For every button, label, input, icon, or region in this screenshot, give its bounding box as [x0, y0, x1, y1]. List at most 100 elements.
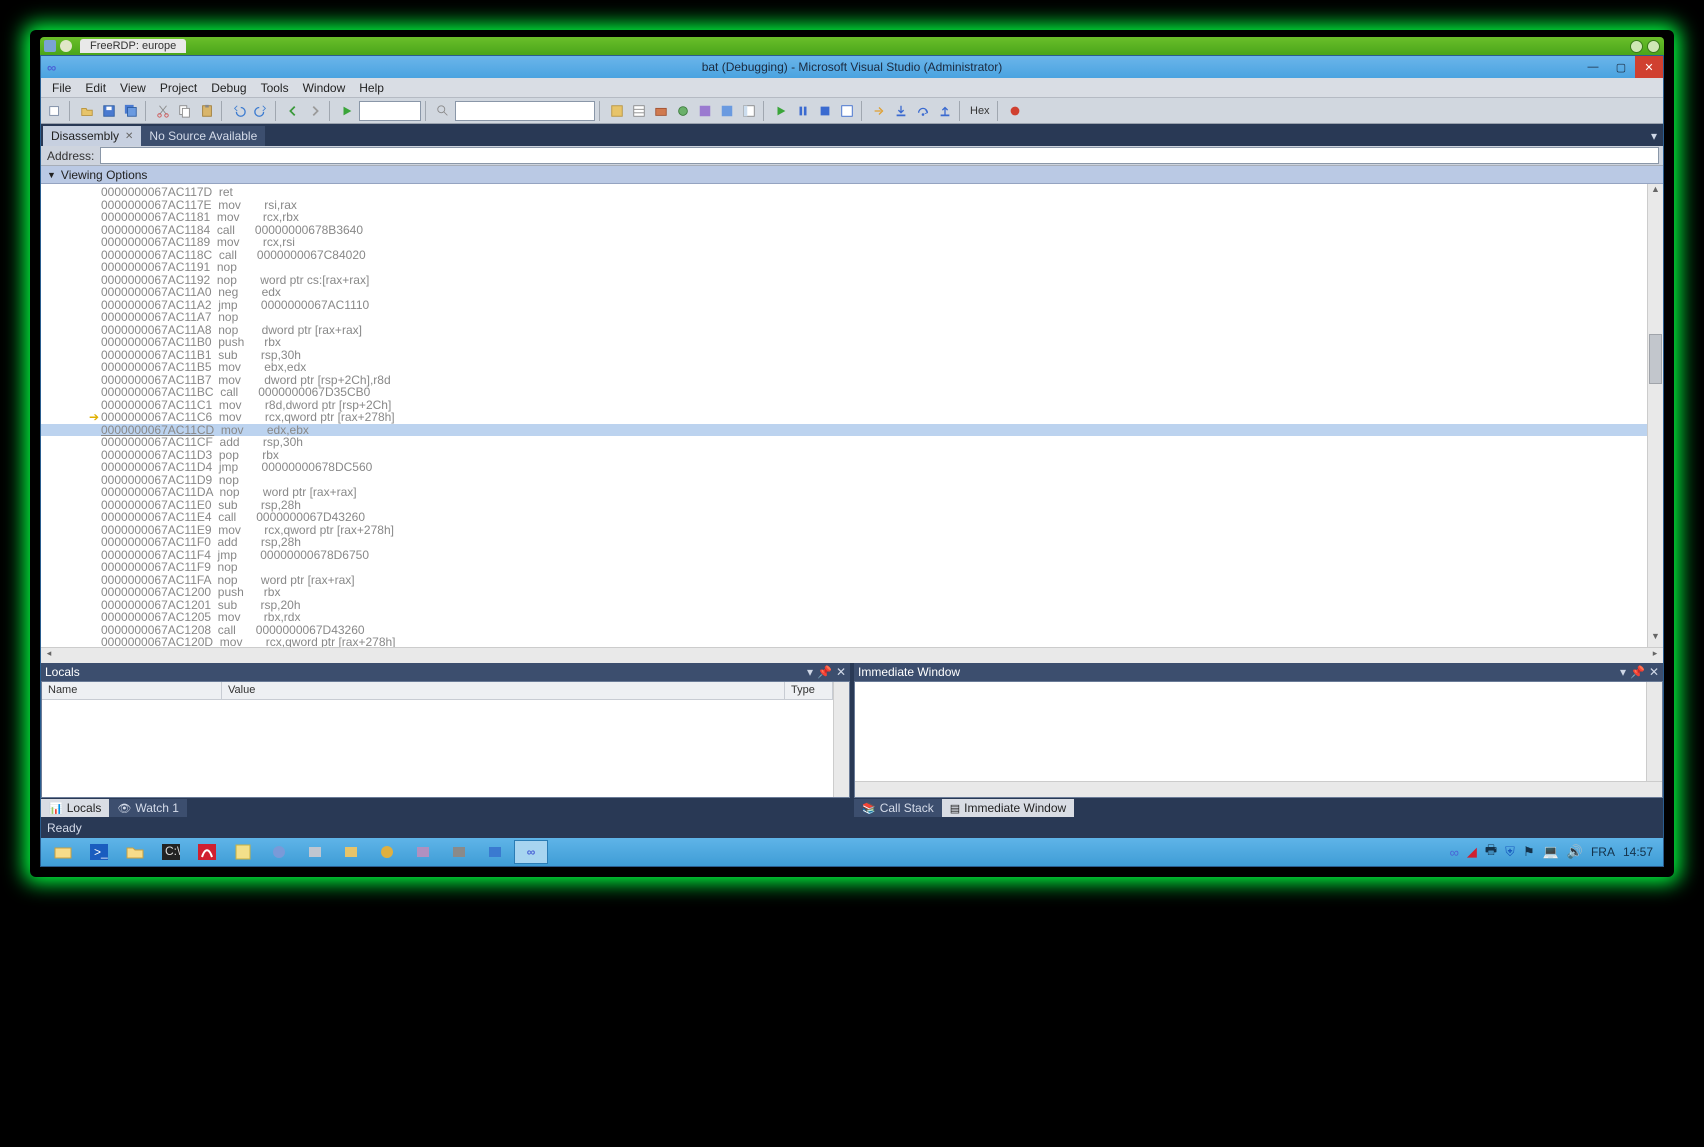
disasm-line[interactable]: 0000000067AC11D4 jmp 00000000678DC560: [41, 461, 1647, 474]
stop-icon[interactable]: [815, 101, 835, 121]
scroll-right-icon[interactable]: ▸: [1647, 648, 1663, 663]
col-value[interactable]: Value: [222, 682, 785, 699]
restart-icon[interactable]: [837, 101, 857, 121]
scroll-left-icon[interactable]: ◂: [41, 648, 57, 663]
disasm-line[interactable]: 0000000067AC1189 mov rcx,rsi: [41, 236, 1647, 249]
tray-network-icon[interactable]: 💻: [1543, 844, 1559, 860]
task-notes-icon[interactable]: [226, 840, 260, 864]
show-next-stmt-icon[interactable]: [869, 101, 889, 121]
col-type[interactable]: Type: [785, 682, 833, 699]
disasm-line[interactable]: 0000000067AC117D ret: [41, 186, 1647, 199]
cut-icon[interactable]: [153, 101, 173, 121]
step-into-icon[interactable]: [891, 101, 911, 121]
disasm-line[interactable]: 0000000067AC120D mov rcx,qword ptr [rax+…: [41, 636, 1647, 647]
disasm-line[interactable]: 0000000067AC11DA nop word ptr [rax+rax]: [41, 486, 1647, 499]
disasm-line[interactable]: 0000000067AC11FA nop word ptr [rax+rax]: [41, 574, 1647, 587]
task-vs-icon[interactable]: ∞: [514, 840, 548, 864]
panel-pin-icon[interactable]: 📌: [817, 665, 832, 679]
task-app7-icon[interactable]: [478, 840, 512, 864]
save-icon[interactable]: [99, 101, 119, 121]
disasm-line[interactable]: 0000000067AC118C call 0000000067C84020: [41, 249, 1647, 262]
disasm-line[interactable]: 0000000067AC1191 nop: [41, 261, 1647, 274]
tray-flag-icon[interactable]: ⚑: [1523, 844, 1535, 860]
panel-dropdown-icon[interactable]: ▾: [1620, 665, 1626, 679]
menu-project[interactable]: Project: [153, 79, 204, 97]
continue-icon[interactable]: [771, 101, 791, 121]
window-layout-icon[interactable]: [739, 101, 759, 121]
object-browser-icon[interactable]: [673, 101, 693, 121]
properties-icon[interactable]: [629, 101, 649, 121]
solution-explorer-icon[interactable]: [607, 101, 627, 121]
task-powershell-icon[interactable]: >_: [82, 840, 116, 864]
menu-window[interactable]: Window: [296, 79, 353, 97]
host-tab[interactable]: FreeRDP: europe: [80, 39, 186, 53]
host-minimize[interactable]: [1630, 40, 1643, 53]
task-app5-icon[interactable]: [406, 840, 440, 864]
col-name[interactable]: Name: [42, 682, 222, 699]
tab-disassembly[interactable]: Disassembly✕: [43, 126, 141, 146]
tray-vs-icon[interactable]: ∞: [1450, 845, 1459, 860]
task-cmd-icon[interactable]: C:\: [154, 840, 188, 864]
disasm-line[interactable]: 0000000067AC11A7 nop: [41, 311, 1647, 324]
immediate-hscroll[interactable]: [855, 781, 1662, 797]
find-icon[interactable]: [433, 101, 453, 121]
redo-icon[interactable]: [251, 101, 271, 121]
vertical-scrollbar[interactable]: ▲ ▼: [1647, 184, 1663, 647]
disasm-line[interactable]: 0000000067AC11A8 nop dword ptr [rax+rax]: [41, 324, 1647, 337]
disasm-line[interactable]: 0000000067AC1200 push rbx: [41, 586, 1647, 599]
tab-no-source[interactable]: No Source Available: [141, 126, 265, 146]
tabs-overflow-icon[interactable]: ▾: [1645, 126, 1663, 146]
step-over-icon[interactable]: [913, 101, 933, 121]
horizontal-scrollbar[interactable]: ◂ ▸: [41, 647, 1663, 663]
scrollbar-thumb[interactable]: [1649, 334, 1662, 384]
tab-locals[interactable]: 📊 Locals: [41, 799, 109, 817]
pause-icon[interactable]: [793, 101, 813, 121]
disasm-line[interactable]: ➔0000000067AC11C6 mov rcx,qword ptr [rax…: [41, 411, 1647, 424]
config-dropdown[interactable]: [359, 101, 421, 121]
hex-toggle[interactable]: Hex: [967, 105, 993, 117]
locals-scrollbar[interactable]: [833, 682, 849, 797]
open-icon[interactable]: [77, 101, 97, 121]
panel-close-icon[interactable]: ✕: [1649, 665, 1659, 679]
immediate-textarea[interactable]: [855, 682, 1646, 781]
save-all-icon[interactable]: [121, 101, 141, 121]
tray-printer-icon[interactable]: 🖶: [1485, 841, 1497, 863]
tray-clock[interactable]: 14:57: [1623, 845, 1653, 859]
viewing-options-expander[interactable]: ▼ Viewing Options: [41, 166, 1663, 184]
disasm-line[interactable]: 0000000067AC1205 mov rbx,rdx: [41, 611, 1647, 624]
menu-tools[interactable]: Tools: [254, 79, 296, 97]
disasm-line[interactable]: 0000000067AC11CF add rsp,30h: [41, 436, 1647, 449]
disasm-line[interactable]: 0000000067AC1192 nop word ptr cs:[rax+ra…: [41, 274, 1647, 287]
start-debug-icon[interactable]: [337, 101, 357, 121]
disasm-line[interactable]: 0000000067AC11F4 jmp 00000000678D6750: [41, 549, 1647, 562]
task-app6-icon[interactable]: [442, 840, 476, 864]
task-avira-icon[interactable]: [190, 840, 224, 864]
panel-close-icon[interactable]: ✕: [836, 665, 846, 679]
disasm-line[interactable]: 0000000067AC11F0 add rsp,28h: [41, 536, 1647, 549]
scroll-up-icon[interactable]: ▲: [1648, 184, 1663, 200]
disasm-line[interactable]: 0000000067AC1181 mov rcx,rbx: [41, 211, 1647, 224]
disasm-line[interactable]: 0000000067AC11BC call 0000000067D35CB0: [41, 386, 1647, 399]
menu-help[interactable]: Help: [352, 79, 391, 97]
tray-avira-icon[interactable]: ◢: [1467, 844, 1477, 860]
undo-icon[interactable]: [229, 101, 249, 121]
disasm-line[interactable]: 0000000067AC11B0 push rbx: [41, 336, 1647, 349]
disassembly-view[interactable]: 0000000067AC117D ret 0000000067AC117E mo…: [41, 184, 1647, 647]
find-dropdown[interactable]: [455, 101, 595, 121]
tab-watch1[interactable]: 👁 Watch 1: [109, 799, 187, 817]
menu-edit[interactable]: Edit: [78, 79, 113, 97]
disasm-line[interactable]: 0000000067AC11F9 nop: [41, 561, 1647, 574]
close-tab-icon[interactable]: ✕: [125, 131, 133, 142]
tab-callstack[interactable]: 📚 Call Stack: [854, 799, 942, 817]
menu-view[interactable]: View: [113, 79, 153, 97]
task-folder-icon[interactable]: [118, 840, 152, 864]
menu-debug[interactable]: Debug: [204, 79, 253, 97]
address-input[interactable]: [100, 147, 1659, 164]
host-close[interactable]: [1647, 40, 1660, 53]
disasm-line[interactable]: 0000000067AC11E4 call 0000000067D43260: [41, 511, 1647, 524]
tab-immediate[interactable]: ▤ Immediate Window: [942, 799, 1074, 817]
tray-sound-icon[interactable]: 🔊: [1567, 844, 1583, 860]
panel-pin-icon[interactable]: 📌: [1630, 665, 1645, 679]
copy-icon[interactable]: [175, 101, 195, 121]
task-app2-icon[interactable]: [298, 840, 332, 864]
